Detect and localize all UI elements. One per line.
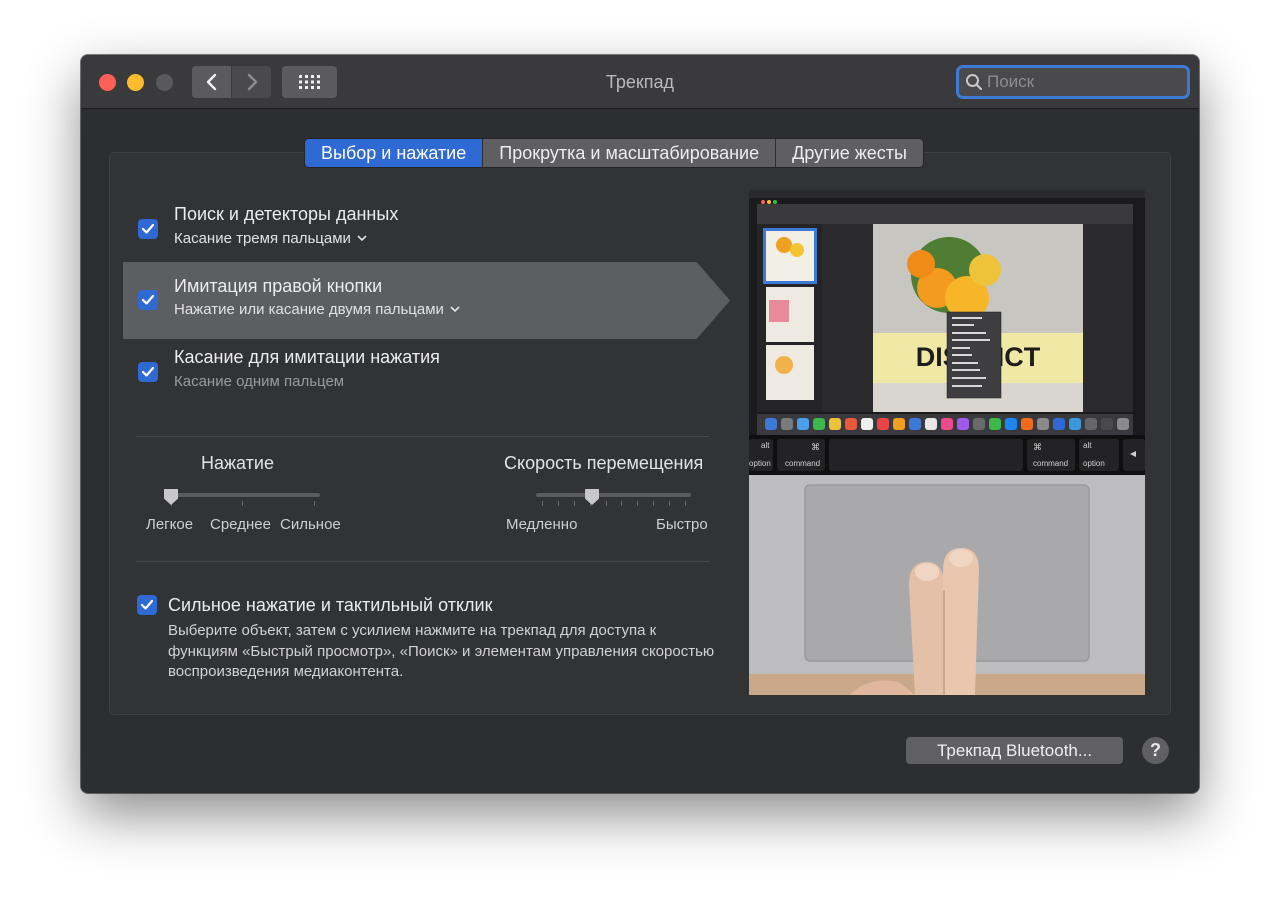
speed-tick [669,501,671,506]
chevron-down-icon [450,306,460,313]
lookup-checkbox[interactable] [138,219,158,239]
click-tick-label-firm: Сильное [280,516,341,533]
speed-tick [637,501,639,506]
click-tick [242,501,243,506]
lookup-title: Поиск и детекторы данных [174,204,399,224]
key-cmd-symbol-right: ⌘ [1033,443,1042,453]
tap-to-click-checkbox[interactable] [138,362,158,382]
speed-tick [621,501,623,506]
help-button[interactable]: ? [1142,737,1169,764]
checkmark-icon [141,223,155,234]
key-alt-right: alt [1083,441,1092,450]
secondary-click-title: Имитация правой кнопки [174,276,383,296]
checkmark-icon [141,366,155,377]
lookup-gesture-dropdown[interactable]: Касание тремя пальцами [174,230,367,247]
gesture-preview: DISTRICT [749,190,1145,695]
secondary-click-checkbox[interactable] [138,290,158,310]
speed-max-label: Быстро [656,516,708,533]
tab-point-and-click[interactable]: Выбор и нажатие [305,139,484,167]
search-input[interactable] [987,72,1177,92]
click-slider-track[interactable] [165,493,320,497]
divider [136,561,709,562]
click-tick-label-medium: Среднее [210,516,271,533]
tap-to-click-gesture: Касание одним пальцем [174,373,345,390]
setup-bluetooth-trackpad-button[interactable]: Трекпад Bluetooth... [906,737,1123,764]
tab-more-gestures[interactable]: Другие жесты [776,139,923,167]
speed-tick [685,501,686,506]
checkmark-icon [141,294,155,305]
key-option-right: option [1083,459,1105,468]
speed-tick [557,501,559,506]
speed-tick [573,501,575,506]
checkmark-icon [140,599,154,610]
lookup-gesture-value: Касание тремя пальцами [174,230,351,247]
search-icon [966,74,983,91]
force-click-title: Сильное нажатие и тактильный отклик [168,595,493,615]
speed-tick [653,501,655,506]
tap-to-click-title: Касание для имитации нажатия [174,347,440,367]
preferences-window: Трекпад Выбор и нажатие Прокрутка и масш… [81,55,1199,793]
search-field[interactable] [956,65,1190,99]
click-tick-label-light: Легкое [146,516,194,533]
speed-tick [542,501,543,506]
speed-tick [605,501,607,506]
preview-illustration: DISTRICT [749,190,1145,695]
key-command-left: command [785,459,820,468]
divider [136,436,709,437]
key-command-right: command [1033,459,1068,468]
secondary-click-gesture-dropdown[interactable]: Нажатие или касание двумя пальцами [174,301,460,318]
speed-slider-track[interactable] [536,493,691,497]
tab-scroll-and-zoom[interactable]: Прокрутка и масштабирование [483,139,777,167]
speed-slider-label: Скорость перемещения [504,453,704,473]
title-bar: Трекпад [81,55,1199,109]
click-tick [314,501,315,506]
key-alt-left: alt [761,441,770,450]
force-click-description: Выберите объект, затем с усилием нажмите… [168,622,715,680]
key-cmd-symbol-left: ⌘ [811,443,820,453]
click-slider-label: Нажатие [201,453,274,473]
speed-min-label: Медленно [506,516,578,533]
chevron-down-icon [357,235,367,242]
tab-bar: Выбор и нажатие Прокрутка и масштабирова… [305,139,923,167]
secondary-click-gesture-value: Нажатие или касание двумя пальцами [174,301,444,318]
force-click-checkbox[interactable] [137,595,157,615]
key-option-left: option [749,459,771,468]
